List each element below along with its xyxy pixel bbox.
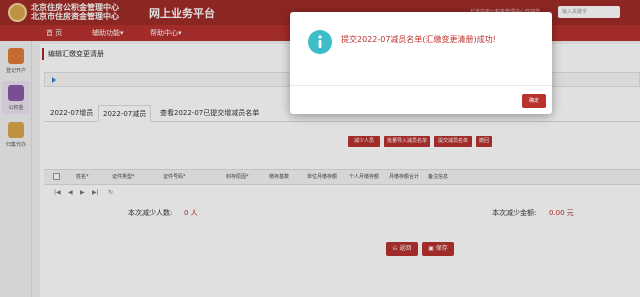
info-icon — [308, 30, 332, 54]
dialog-message: 提交2022-07减员名单(汇缴变更清册)成功! — [341, 35, 496, 44]
dialog-divider — [290, 85, 552, 86]
success-dialog: 提交2022-07减员名单(汇缴变更清册)成功! 确定 — [290, 12, 552, 114]
confirm-button[interactable]: 确定 — [522, 94, 546, 108]
